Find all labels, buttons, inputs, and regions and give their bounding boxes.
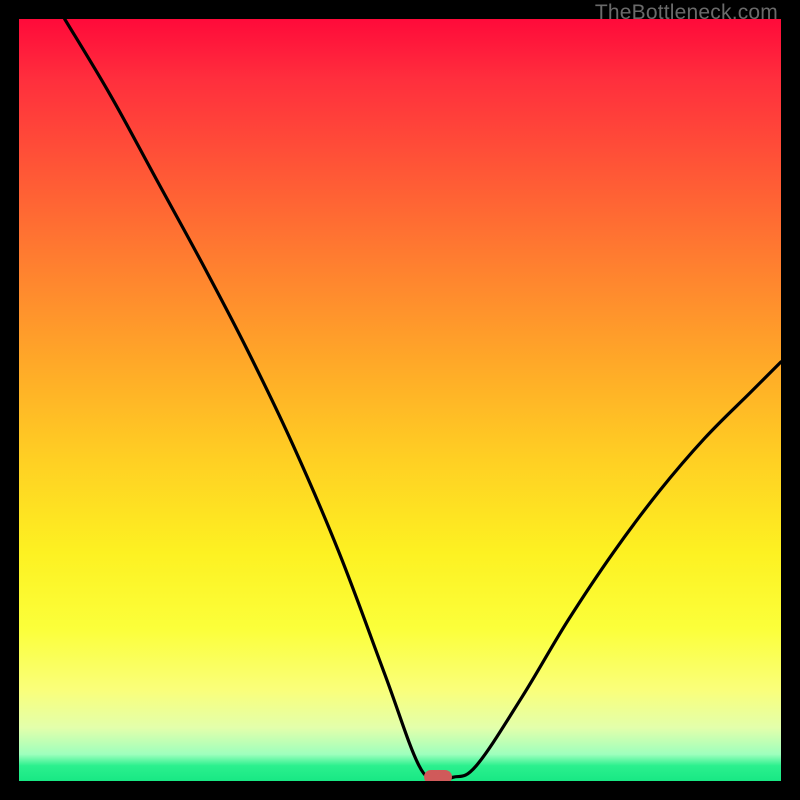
curve-path [65,19,781,779]
optimal-point-marker [424,770,452,781]
bottleneck-curve [19,19,781,781]
watermark-text: TheBottleneck.com [595,1,778,25]
chart-frame: TheBottleneck.com [0,0,800,800]
plot-area [19,19,781,781]
